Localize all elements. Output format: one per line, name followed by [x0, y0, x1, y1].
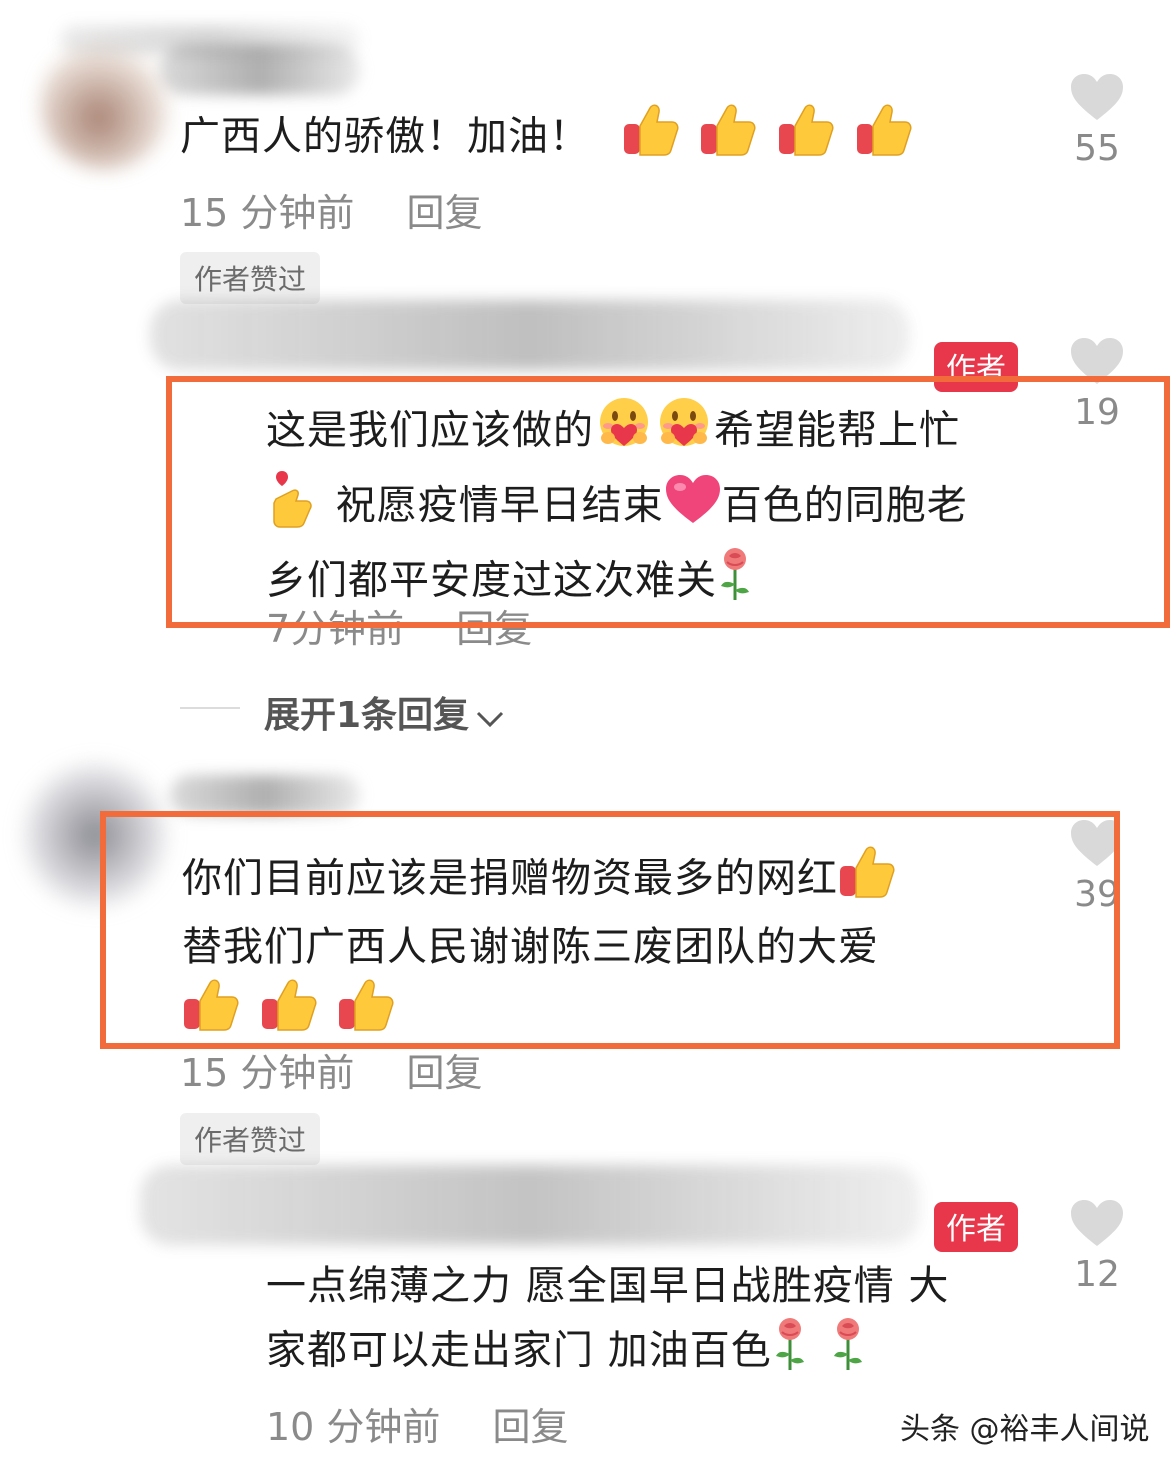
heart-icon: [1062, 1198, 1132, 1248]
thumbs-up-icon: [622, 102, 680, 175]
username-blurred[interactable]: [170, 775, 360, 815]
author-badge: 作者: [934, 1202, 1018, 1252]
rose-icon: [772, 1316, 808, 1389]
thumbs-up-icon: [777, 102, 835, 175]
avatar[interactable]: [40, 40, 170, 170]
comment-text: 一点绵薄之力 愿全国早日战胜疫情 大 家都可以走出家门 加油百色: [266, 1256, 1056, 1389]
expand-replies-button[interactable]: 展开1条回复: [264, 686, 505, 738]
thumbs-up-icon: [699, 102, 757, 175]
timestamp: 10 分钟前: [266, 1405, 441, 1449]
comment-line-1: 一点绵薄之力 愿全国早日战胜疫情 大: [266, 1263, 950, 1309]
highlight-box: [100, 811, 1120, 1049]
comment-line-2: 家都可以走出家门 加油百色: [266, 1327, 772, 1374]
highlight-box: [166, 376, 1170, 628]
comment-line: 家都可以走出家门 加油百色: [266, 1316, 1056, 1389]
watermark: 头条 @裕丰人间说: [900, 1412, 1150, 1447]
overlay-mask: [1120, 800, 1170, 1060]
author-liked-badge: 作者赞过: [180, 252, 321, 304]
expand-divider: [180, 707, 240, 709]
username-blurred[interactable]: [140, 1165, 920, 1245]
like-button[interactable]: 12: [1062, 1198, 1132, 1295]
heart-icon: [1062, 72, 1132, 122]
comment-line: 一点绵薄之力 愿全国早日战胜疫情 大: [266, 1256, 1056, 1316]
comment-text: 广西人的骄傲！加油！: [180, 102, 919, 175]
timestamp: 15 分钟前: [180, 191, 355, 235]
comment-meta: 15 分钟前 回复: [180, 182, 482, 237]
timestamp: 15 分钟前: [180, 1051, 355, 1095]
comment-meta: 15 分钟前 回复: [180, 1042, 482, 1097]
thumbs-up-icon: [855, 102, 913, 175]
comment-meta: 10 分钟前 回复: [266, 1396, 568, 1451]
rose-icon: [830, 1316, 866, 1389]
like-button[interactable]: 55: [1062, 72, 1132, 169]
username-blurred[interactable]: [150, 300, 910, 370]
reply-button[interactable]: 回复: [492, 1405, 568, 1449]
emoji-row: [622, 104, 919, 160]
like-count: 12: [1074, 1254, 1120, 1295]
comment-text-body: 广西人的骄傲！加油！: [180, 113, 590, 160]
username-blurred-tail: [60, 25, 360, 55]
author-liked-badge: 作者赞过: [180, 1113, 321, 1165]
reply-button[interactable]: 回复: [406, 191, 482, 235]
like-count: 55: [1074, 128, 1120, 169]
reply-button[interactable]: 回复: [406, 1051, 482, 1095]
expand-replies-label: 展开1条回复: [264, 695, 470, 736]
chevron-down-icon: [475, 697, 505, 738]
